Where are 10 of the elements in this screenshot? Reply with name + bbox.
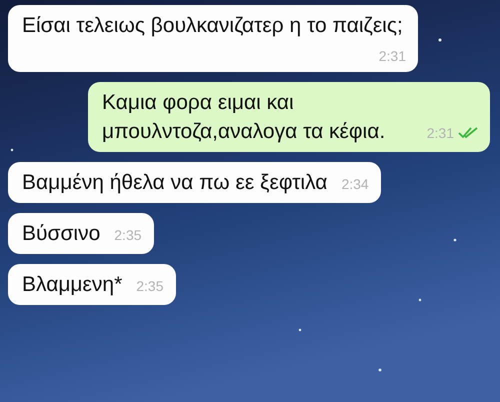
message-time: 2:31 — [378, 47, 406, 66]
message-text: Βλαμμενη* — [22, 273, 122, 296]
message-text: Καμια φορα ειμαι και μπουλντοζα,αναλογα τα κέφια. — [102, 91, 386, 143]
message-text: Είσαι τελειως βουλκανιζατερ η το παιζεις; — [22, 14, 403, 37]
message-text: Βύσσινο — [22, 222, 100, 245]
message-time: 2:35 — [114, 226, 142, 245]
message-time: 2:31 — [426, 124, 454, 143]
message-time: 2:34 — [341, 175, 369, 194]
message-text: Βαμμένη ήθελα να πω εε ξεφτιλα — [22, 171, 328, 194]
message-time: 2:35 — [136, 277, 164, 296]
